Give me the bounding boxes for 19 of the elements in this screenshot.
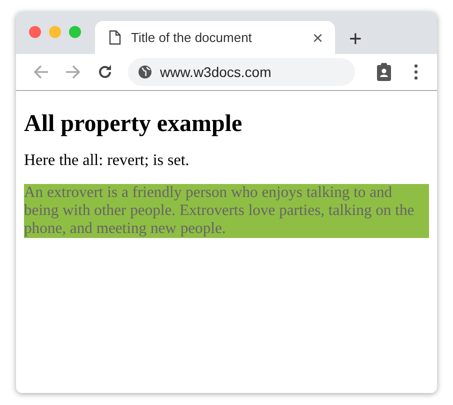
globe-icon xyxy=(138,65,152,79)
reload-icon xyxy=(97,64,113,80)
close-window-button[interactable] xyxy=(29,26,41,38)
maximize-window-button[interactable] xyxy=(69,26,81,38)
highlighted-paragraph: An extrovert is a friendly person who enjoys talking to and being with other people. Extroverts love parties, talking on the phone, and meeting new people. xyxy=(24,184,429,238)
intro-text: Here the all: revert; is set. xyxy=(24,152,190,170)
url-text: www.w3docs.com xyxy=(160,64,272,80)
close-tab-button[interactable]: × xyxy=(312,28,323,46)
new-tab-button[interactable]: + xyxy=(349,28,362,50)
forward-arrow-icon xyxy=(65,64,81,80)
page-heading: All property example xyxy=(24,111,242,138)
document-icon xyxy=(109,30,121,45)
clipboard-person-icon xyxy=(376,63,392,81)
tab-title: Title of the document xyxy=(131,30,253,45)
menu-icon xyxy=(414,64,418,80)
back-arrow-icon xyxy=(33,64,49,80)
minimize-window-button[interactable] xyxy=(49,26,61,38)
address-bar[interactable]: www.w3docs.com xyxy=(128,58,355,86)
browser-tab[interactable]: Title of the document × xyxy=(95,21,335,54)
